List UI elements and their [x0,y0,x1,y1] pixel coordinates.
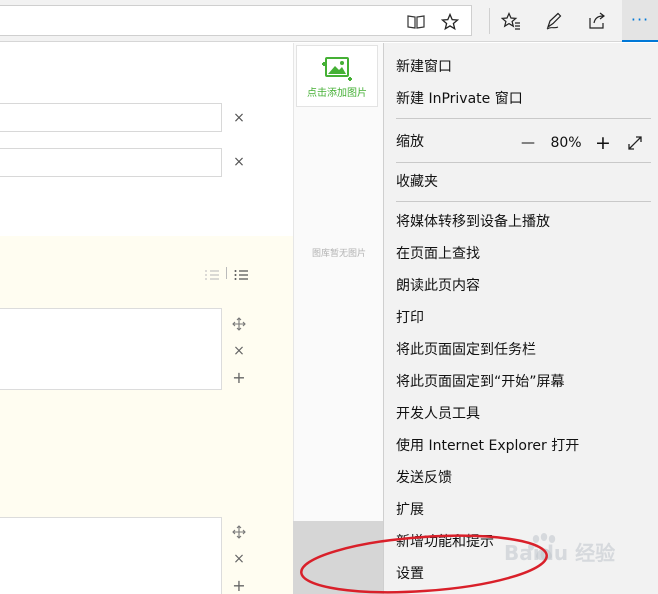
favorites-hub-button[interactable] [491,0,531,42]
move-handle-icon[interactable] [230,315,248,333]
menu-item-print[interactable]: 打印 [396,308,424,328]
web-page-content: × × × + × + [0,43,293,594]
add-picture-icon [322,56,352,81]
fullscreen-expand-icon[interactable] [624,133,646,153]
paragraph-editor-1[interactable] [0,308,222,390]
web-note-pen-icon[interactable] [534,0,574,42]
paragraph-editor-2[interactable] [0,517,222,594]
empty-gallery-text: 图库暂无图片 [311,249,366,259]
content-editor-area: × + × + [0,236,293,594]
menu-item-settings[interactable]: 设置 [396,564,424,584]
menu-item-send-feedback[interactable]: 发送反馈 [396,468,452,488]
menu-item-new-window[interactable]: 新建窗口 [396,57,452,77]
favorite-star-icon[interactable] [440,12,460,32]
menu-item-open-ie[interactable]: 使用 Internet Explorer 打开 [396,436,579,456]
toolbar-divider [489,8,490,34]
text-input-2[interactable] [0,148,222,177]
menu-item-favorites[interactable]: 收藏夹 [396,172,438,192]
browser-toolbar: ··· [0,0,658,42]
menu-item-developer-tools[interactable]: 开发人员工具 [396,404,480,424]
image-library-panel: 点击添加图片 图库暂无图片 [293,43,383,521]
unordered-list-icon[interactable] [232,266,250,284]
address-bar[interactable] [0,5,472,36]
share-icon[interactable] [577,0,617,42]
add-image-label: 点击添加图片 [307,87,367,99]
clear-input-2-icon[interactable]: × [232,154,246,170]
menu-separator [396,201,651,202]
ellipsis-icon: ··· [630,10,650,29]
list-icon-divider [226,267,227,279]
menu-separator [396,162,651,163]
panel-footer [293,521,383,594]
ordered-list-icon[interactable] [203,266,221,284]
menu-item-pin-taskbar[interactable]: 将此页面固定到任务栏 [396,340,536,360]
menu-item-extensions[interactable]: 扩展 [396,500,424,520]
delete-block-icon[interactable]: × [230,342,248,360]
menu-separator [396,118,651,119]
more-actions-button[interactable]: ··· [622,0,658,42]
zoom-out-button[interactable]: — [518,133,538,153]
menu-item-new-inprivate[interactable]: 新建 InPrivate 窗口 [396,89,523,109]
zoom-level: 80% [550,135,582,151]
add-block-icon[interactable]: + [230,368,248,387]
zoom-label: 缩放 [396,134,424,150]
add-block-icon[interactable]: + [230,576,248,594]
reading-view-icon[interactable] [406,12,426,32]
add-image-button[interactable]: 点击添加图片 [296,45,378,107]
text-input-1[interactable] [0,103,222,132]
clear-input-1-icon[interactable]: × [232,110,246,126]
delete-block-icon[interactable]: × [230,550,248,568]
menu-item-cast-media[interactable]: 将媒体转移到设备上播放 [396,212,550,232]
menu-item-find-on-page[interactable]: 在页面上查找 [396,244,480,264]
zoom-in-button[interactable]: + [592,133,614,153]
more-actions-menu: 新建窗口 新建 InPrivate 窗口 缩放 — 80% + 收藏夹 将媒体转… [383,43,658,594]
menu-item-read-aloud[interactable]: 朗读此页内容 [396,276,480,296]
move-handle-icon[interactable] [230,523,248,541]
menu-item-pin-start[interactable]: 将此页面固定到“开始”屏幕 [396,372,565,392]
menu-item-whats-new[interactable]: 新增功能和提示 [396,532,494,552]
